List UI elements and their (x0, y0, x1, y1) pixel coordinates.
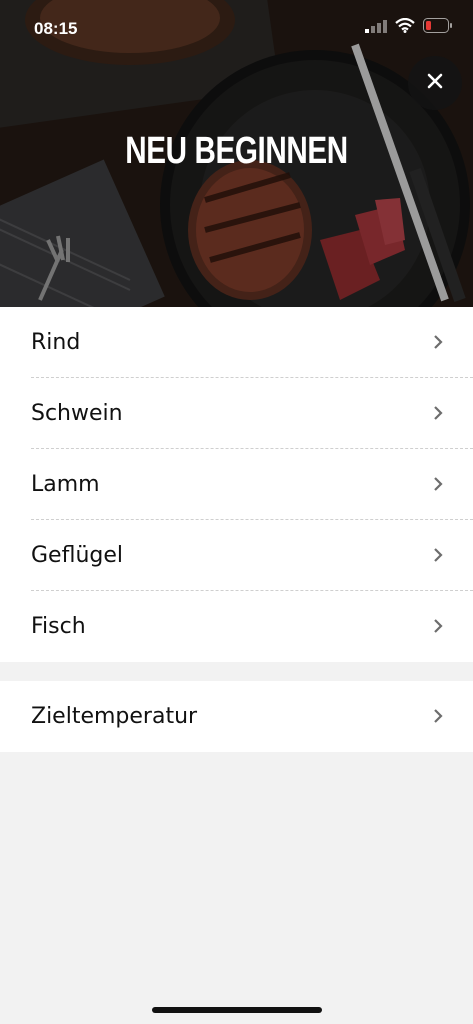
chevron-right-icon (433, 476, 443, 496)
meat-category-list: Rind Schwein Lamm Geflügel Fisch (0, 307, 473, 662)
list-item-label: Fisch (31, 614, 86, 639)
close-icon (427, 73, 443, 93)
chevron-right-icon (433, 618, 443, 638)
list-item-fisch[interactable]: Fisch (0, 591, 473, 662)
home-indicator[interactable] (152, 1007, 322, 1013)
list-item-label: Schwein (31, 401, 123, 426)
chevron-right-icon (433, 405, 443, 425)
list-item-rind[interactable]: Rind (0, 307, 473, 378)
list-item-label: Lamm (31, 472, 100, 497)
chevron-right-icon (433, 547, 443, 567)
chevron-right-icon (433, 708, 443, 728)
close-button[interactable] (408, 56, 462, 110)
list-item-zieltemperatur[interactable]: Zieltemperatur (0, 681, 473, 752)
page-title: NEU BEGINNEN (125, 130, 348, 172)
list-item-label: Rind (31, 330, 81, 355)
wifi-icon (395, 17, 415, 37)
list-item-schwein[interactable]: Schwein (0, 378, 473, 449)
hero-image: 08:15 NEU BEGINNEN (0, 0, 473, 307)
list-item-label: Zieltemperatur (31, 704, 198, 729)
list-item-label: Geflügel (31, 543, 123, 568)
battery-low-icon (423, 18, 453, 37)
status-bar: 08:15 (0, 0, 473, 56)
list-item-lamm[interactable]: Lamm (0, 449, 473, 520)
cellular-signal-icon (365, 18, 387, 37)
chevron-right-icon (433, 334, 443, 354)
list-item-gefluegel[interactable]: Geflügel (0, 520, 473, 591)
settings-list: Zieltemperatur (0, 681, 473, 752)
status-time: 08:15 (34, 19, 78, 38)
